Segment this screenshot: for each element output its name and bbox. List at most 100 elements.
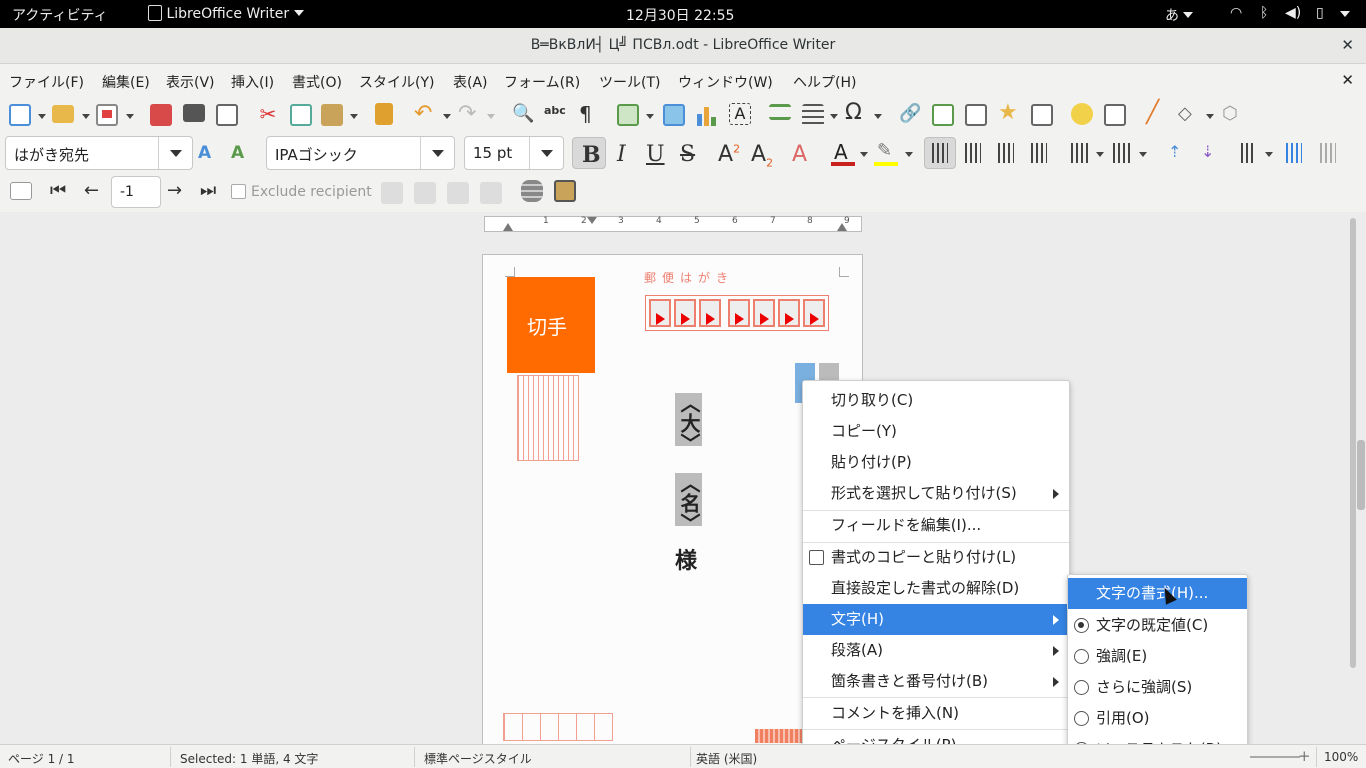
first-record-icon[interactable]: ⏮ (50, 180, 72, 202)
underline-icon[interactable]: U (646, 142, 665, 167)
first-line-indent-marker[interactable] (587, 217, 597, 224)
chevron-down-icon[interactable] (905, 152, 913, 157)
menu-item-paste[interactable]: 貼り付け(P) (803, 447, 1069, 478)
font-color-icon[interactable]: A (831, 140, 857, 166)
highlight-color-icon[interactable]: ✎ (874, 140, 900, 166)
italic-icon[interactable]: I (617, 142, 626, 167)
open-folder-icon[interactable] (52, 105, 74, 123)
submenu-item-strong-emphasis[interactable]: さらに強調(S) (1068, 672, 1247, 703)
bluetooth-icon[interactable]: ᛒ (1260, 5, 1268, 21)
undo-icon[interactable]: ↶ (414, 103, 436, 125)
scrollbar-thumb[interactable] (1350, 218, 1356, 668)
system-menu-chevron-icon[interactable] (1340, 11, 1350, 17)
menu-view[interactable]: 表示(V) (166, 72, 215, 92)
chevron-down-icon[interactable] (350, 114, 358, 119)
last-record-icon[interactable]: ⏭ (200, 180, 222, 202)
paragraph-style-combo[interactable]: はがき宛先 (5, 136, 193, 170)
word-count[interactable]: Selected: 1 単語, 4 文字 (180, 750, 318, 767)
font-size-combo[interactable]: 15 pt (464, 136, 564, 170)
submenu-item-default-formatting[interactable]: 文字の既定値(C) (1068, 610, 1247, 641)
formatting-marks-icon[interactable]: ¶ (579, 103, 601, 125)
update-style-icon[interactable]: A (198, 142, 220, 164)
data-source-icon[interactable] (521, 180, 543, 202)
chevron-down-icon[interactable] (443, 114, 451, 119)
menu-item-paragraph[interactable]: 段落(A) (803, 635, 1069, 666)
chevron-down-icon[interactable] (646, 114, 654, 119)
address-book-icon[interactable] (554, 180, 576, 202)
bullets-icon[interactable] (1071, 143, 1089, 163)
save-icon[interactable] (96, 104, 118, 126)
menu-item-copy[interactable]: コピー(Y) (803, 416, 1069, 447)
menu-table[interactable]: 表(A) (453, 72, 488, 92)
menu-item-clear-direct-formatting[interactable]: 直接設定した書式の解除(D) (803, 573, 1069, 604)
record-number-input[interactable]: -1 (111, 176, 161, 208)
export-pdf-icon[interactable] (150, 104, 172, 126)
line-spacing-icon[interactable] (1241, 143, 1255, 163)
chevron-down-icon[interactable] (38, 114, 46, 119)
bold-icon[interactable]: B (582, 142, 601, 168)
superscript-icon[interactable]: A2 (718, 142, 740, 167)
input-method-indicator[interactable]: あ (1165, 5, 1194, 25)
strikethrough-icon[interactable]: S (680, 142, 695, 167)
insert-table-icon[interactable] (617, 104, 639, 126)
menu-window[interactable]: ウィンドウ(W) (678, 72, 773, 92)
track-changes-icon[interactable] (1104, 104, 1126, 126)
new-document-icon[interactable] (9, 104, 31, 126)
chevron-down-icon[interactable] (1096, 152, 1104, 157)
submenu-item-quotation[interactable]: 引用(O) (1068, 703, 1247, 734)
vertical-scrollbar[interactable] (1346, 212, 1366, 744)
align-left-icon[interactable] (932, 143, 948, 163)
zoom-in-icon[interactable]: + (1298, 747, 1311, 765)
menu-insert[interactable]: 挿入(I) (231, 72, 274, 92)
numbering-icon[interactable] (1113, 143, 1131, 163)
chevron-down-icon[interactable] (860, 152, 868, 157)
zoom-level[interactable]: 100% (1324, 750, 1358, 764)
increase-indent-icon[interactable]: ⇡ (1168, 142, 1186, 164)
insert-comment-icon[interactable] (1071, 103, 1093, 125)
recipient-field-1[interactable]: ︿大﹀ (675, 393, 702, 453)
chevron-down-icon[interactable] (126, 114, 134, 119)
increase-paragraph-spacing-icon[interactable] (1286, 143, 1302, 163)
print-preview-icon[interactable] (216, 104, 238, 126)
insert-image-icon[interactable] (663, 104, 685, 126)
print-icon[interactable] (183, 104, 205, 122)
justify-icon[interactable] (1031, 143, 1047, 163)
menu-item-paste-special[interactable]: 形式を選択して貼り付け(S) (803, 478, 1069, 509)
sidebar-handle[interactable] (1357, 440, 1365, 510)
zoom-slider[interactable] (1250, 756, 1300, 758)
insert-field-icon[interactable] (802, 104, 824, 126)
special-character-icon[interactable]: Ω (845, 102, 867, 124)
subscript-icon[interactable]: A2 (751, 142, 773, 169)
hyperlink-icon[interactable]: 🔗 (899, 103, 921, 125)
menu-format[interactable]: 書式(O) (292, 72, 342, 92)
language-indicator[interactable]: 英語 (米国) (696, 750, 757, 767)
endnote-icon[interactable] (965, 104, 987, 126)
insert-chart-icon[interactable] (696, 104, 718, 126)
chevron-down-icon[interactable] (1265, 152, 1273, 157)
horizontal-ruler[interactable]: 1 2 3 4 5 6 7 8 9 (484, 216, 862, 232)
menu-help[interactable]: ヘルプ(H) (793, 72, 856, 92)
wifi-icon[interactable]: ◠ (1230, 5, 1242, 21)
page-count[interactable]: ページ 1 / 1 (8, 750, 75, 767)
menu-file[interactable]: ファイル(F) (9, 72, 84, 92)
menu-item-character[interactable]: 文字(H) (803, 604, 1069, 635)
activities-button[interactable]: アクティビティ (12, 5, 108, 25)
spelling-icon[interactable]: abc (544, 104, 566, 126)
close-document-icon[interactable]: ✕ (1341, 71, 1354, 89)
menu-tools[interactable]: ツール(T) (599, 72, 660, 92)
clear-formatting-icon[interactable]: A (792, 142, 807, 167)
menu-styles[interactable]: スタイル(Y) (359, 72, 434, 92)
page-style-indicator[interactable]: 標準ページスタイル (424, 750, 532, 767)
find-replace-icon[interactable]: 🔍 (512, 103, 534, 125)
draw-functions-icon[interactable]: ⬡ (1222, 103, 1244, 125)
previous-record-icon[interactable]: ← (84, 180, 106, 202)
menu-item-insert-comment[interactable]: コメントを挿入(N) (803, 698, 1069, 729)
copy-icon[interactable] (290, 104, 312, 126)
exclude-recipient-checkbox[interactable] (231, 184, 246, 199)
align-center-icon[interactable] (965, 143, 981, 163)
menu-item-lists[interactable]: 箇条書きと番号付け(B) (803, 666, 1069, 697)
close-window-icon[interactable]: ✕ (1341, 28, 1354, 63)
insert-line-icon[interactable]: ╱ (1146, 102, 1168, 124)
left-indent-marker[interactable] (503, 223, 513, 231)
menu-item-edit-fields[interactable]: フィールドを編集(I)... (803, 510, 1069, 541)
